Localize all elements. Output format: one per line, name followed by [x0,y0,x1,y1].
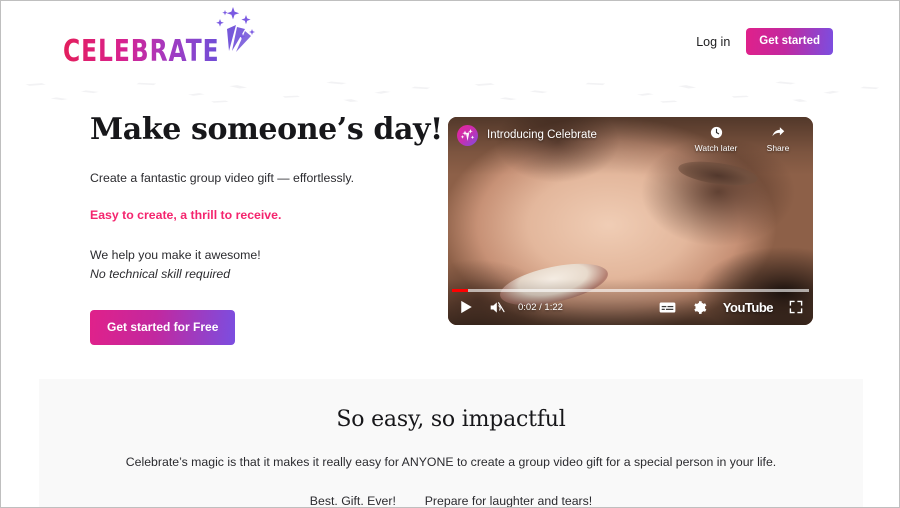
fullscreen-icon [789,300,803,314]
firework-sparkle-icon [216,7,255,52]
video-control-bar: 0:02 / 1:22 YouTube [448,279,813,325]
get-started-button[interactable]: Get started [746,28,833,55]
video-top-overlay: Introducing Celebrate Watch later Share [448,117,813,175]
video-top-actions: Watch later Share [695,125,801,153]
hero-accent-text: Easy to create, a thrill to receive. [90,208,282,223]
video-player[interactable]: Introducing Celebrate Watch later Share … [448,117,813,325]
clock-icon [710,126,722,139]
youtube-wordmark[interactable]: YouTube [723,300,774,315]
get-started-free-button[interactable]: Get started for Free [90,310,236,346]
subtitles-icon [659,301,676,313]
brand-logo[interactable]: CELEBRATE [63,7,255,71]
mute-button[interactable] [489,300,506,315]
time-display: 0:02 / 1:22 [518,301,563,313]
landing-page: CELEBRATE Log in Get started Make someon… [1,1,899,507]
section-title: So easy, so impactful [336,407,566,432]
tagline-right: Prepare for laughter and tears! [424,494,593,507]
hero-italic-text: No technical skill required [90,266,231,281]
impact-section: So easy, so impactful Celebrate’s magic … [39,379,863,507]
page-title: Make someone’s day! [90,112,443,147]
watch-later-button[interactable]: Watch later [695,125,737,153]
section-body-text: Celebrate’s magic is that it makes it re… [125,455,777,469]
hero-help-text: We help you make it awesome! [90,248,261,263]
tagline-left: Best. Gift. Ever! [309,494,396,507]
fullscreen-button[interactable] [789,300,803,314]
confetti-pattern [1,79,899,105]
share-button[interactable]: Share [757,125,799,153]
subtitles-button[interactable] [659,301,676,314]
hero-section: Make someone’s day! Create a fantastic g… [1,105,899,379]
progress-bar[interactable] [452,289,809,292]
channel-avatar-icon[interactable] [457,125,478,146]
player-controls: 0:02 / 1:22 YouTube [448,295,813,319]
progress-played [452,289,469,292]
hero-subtitle: Create a fantastic group video gift — ef… [90,170,355,185]
watch-later-label: Watch later [694,143,738,153]
share-label: Share [766,143,790,153]
video-title[interactable]: Introducing Celebrate [487,125,597,146]
gear-icon [694,300,707,314]
header-nav: Log in Get started [696,28,833,55]
login-link[interactable]: Log in [696,35,730,49]
hero-copy: Make someone’s day! Create a fantastic g… [90,112,443,346]
play-button[interactable] [460,300,473,314]
site-header: CELEBRATE Log in Get started [1,1,899,79]
section-tagline: Best. Gift. Ever! Prepare for laughter a… [39,494,863,507]
share-arrow-icon [772,127,785,137]
player-controls-right: YouTube [659,300,803,315]
speaker-muted-icon [490,301,505,313]
settings-button[interactable] [692,300,707,315]
play-icon [461,300,472,314]
